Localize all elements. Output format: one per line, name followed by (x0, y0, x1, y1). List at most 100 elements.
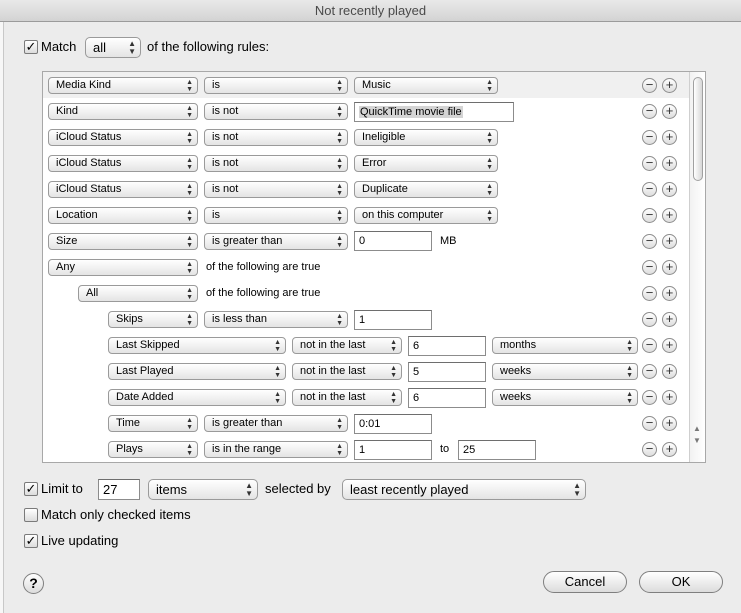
remove-rule-button[interactable]: − (642, 260, 657, 275)
remove-rule-button[interactable]: − (642, 364, 657, 379)
add-rule-button[interactable]: + (662, 416, 677, 431)
rule-field-select[interactable]: Date Added ▲ ▼ (108, 389, 286, 406)
rule-field-select[interactable]: Kind ▲ ▼ (48, 103, 198, 120)
updown-arrows-icon: ▲ ▼ (336, 131, 343, 145)
remove-rule-button[interactable]: − (642, 208, 657, 223)
updown-arrows-icon: ▲ ▼ (336, 105, 343, 119)
rule-unit-select[interactable]: months ▲ ▼ (492, 337, 638, 354)
rule-unit-label: MB (440, 235, 457, 247)
rule-operator-select[interactable]: not in the last ▲ ▼ (292, 363, 402, 380)
limit-unit-select[interactable]: items ▲ ▼ (148, 479, 258, 500)
rule-value-input[interactable]: 6 (408, 388, 486, 408)
rule-operator-select[interactable]: not in the last ▲ ▼ (292, 337, 402, 354)
add-rule-button[interactable]: + (662, 78, 677, 93)
rule-value-input[interactable]: 6 (408, 336, 486, 356)
scroll-up-icon[interactable]: ▲ (693, 424, 701, 433)
rule-field-select[interactable]: Time ▲ ▼ (108, 415, 198, 432)
live-updating-checkbox[interactable]: ✓ (24, 534, 38, 548)
remove-rule-button[interactable]: − (642, 416, 657, 431)
rule-field-select[interactable]: Media Kind ▲ ▼ (48, 77, 198, 94)
rule-operator-select[interactable]: is not ▲ ▼ (204, 155, 348, 172)
rule-value-select[interactable]: Ineligible ▲ ▼ (354, 129, 498, 146)
updown-arrows-icon: ▲ ▼ (186, 183, 193, 197)
rule-value-select[interactable]: Duplicate ▲ ▼ (354, 181, 498, 198)
rule-operator-select[interactable]: is not ▲ ▼ (204, 129, 348, 146)
add-rule-button[interactable]: + (662, 312, 677, 327)
check-icon: ✓ (25, 39, 37, 54)
match-checkbox[interactable]: ✓ (24, 40, 38, 54)
add-rule-button[interactable]: + (662, 208, 677, 223)
remove-rule-button[interactable]: − (642, 390, 657, 405)
updown-arrows-icon: ▲ ▼ (186, 157, 193, 171)
rule-operator-select[interactable]: is greater than ▲ ▼ (204, 415, 348, 432)
ok-button[interactable]: OK (639, 571, 723, 593)
rule-range-start-input[interactable]: 1 (354, 440, 432, 460)
remove-rule-button[interactable]: − (642, 286, 657, 301)
add-rule-button[interactable]: + (662, 442, 677, 457)
rule-field-select[interactable]: Location ▲ ▼ (48, 207, 198, 224)
add-rule-button[interactable]: + (662, 182, 677, 197)
add-rule-button[interactable]: + (662, 104, 677, 119)
rule-value-input[interactable]: QuickTime movie file (354, 102, 514, 122)
rule-value-select[interactable]: on this computer ▲ ▼ (354, 207, 498, 224)
limit-checkbox[interactable]: ✓ (24, 482, 38, 496)
rule-group-select[interactable]: All ▲ ▼ (78, 285, 198, 302)
rule-operator-select[interactable]: is ▲ ▼ (204, 77, 348, 94)
rule-operator-select[interactable]: is in the range ▲ ▼ (204, 441, 348, 458)
rules-scrollbar[interactable]: ▲ ▼ (689, 72, 705, 462)
updown-arrows-icon: ▲ ▼ (186, 417, 193, 431)
rule-value-input[interactable]: 0:01 (354, 414, 432, 434)
rule-field-select[interactable]: iCloud Status ▲ ▼ (48, 129, 198, 146)
rule-field-select[interactable]: Skips ▲ ▼ (108, 311, 198, 328)
add-rule-button[interactable]: + (662, 130, 677, 145)
cancel-button[interactable]: Cancel (543, 571, 627, 593)
match-checked-checkbox[interactable] (24, 508, 38, 522)
rule-operator-select[interactable]: is less than ▲ ▼ (204, 311, 348, 328)
remove-rule-button[interactable]: − (642, 130, 657, 145)
rule-range-to-label: to (440, 443, 450, 455)
remove-rule-button[interactable]: − (642, 338, 657, 353)
scroll-down-icon[interactable]: ▼ (693, 436, 701, 445)
rule-value-input[interactable]: 1 (354, 310, 432, 330)
match-mode-select[interactable]: all ▲ ▼ (85, 37, 141, 58)
remove-rule-button[interactable]: − (642, 182, 657, 197)
selected-by-select[interactable]: least recently played ▲ ▼ (342, 479, 586, 500)
remove-rule-button[interactable]: − (642, 78, 657, 93)
add-rule-button[interactable]: + (662, 364, 677, 379)
rule-operator-select[interactable]: is greater than ▲ ▼ (204, 233, 348, 250)
help-button[interactable]: ? (23, 573, 44, 594)
add-rule-button[interactable]: + (662, 390, 677, 405)
remove-rule-button[interactable]: − (642, 312, 657, 327)
rule-value-input[interactable]: 0 (354, 231, 432, 251)
rule-value-select[interactable]: Error ▲ ▼ (354, 155, 498, 172)
rule-field-select[interactable]: iCloud Status ▲ ▼ (48, 155, 198, 172)
remove-rule-button[interactable]: − (642, 156, 657, 171)
remove-rule-button[interactable]: − (642, 442, 657, 457)
rule-value-select[interactable]: Music ▲ ▼ (354, 77, 498, 94)
rule-field-select[interactable]: Last Played ▲ ▼ (108, 363, 286, 380)
rule-value-input[interactable]: 5 (408, 362, 486, 382)
remove-rule-button[interactable]: − (642, 234, 657, 249)
rule-operator-select[interactable]: is not ▲ ▼ (204, 181, 348, 198)
remove-rule-button[interactable]: − (642, 104, 657, 119)
add-rule-button[interactable]: + (662, 260, 677, 275)
rule-field-select[interactable]: Size ▲ ▼ (48, 233, 198, 250)
rule-operator-select[interactable]: not in the last ▲ ▼ (292, 389, 402, 406)
updown-arrows-icon: ▲ ▼ (626, 339, 633, 353)
rule-unit-select[interactable]: weeks ▲ ▼ (492, 389, 638, 406)
rule-field-select[interactable]: Plays ▲ ▼ (108, 441, 198, 458)
rule-field-select[interactable]: Last Skipped ▲ ▼ (108, 337, 286, 354)
updown-arrows-icon: ▲ ▼ (336, 235, 343, 249)
add-rule-button[interactable]: + (662, 156, 677, 171)
limit-value-input[interactable]: 27 (98, 479, 140, 500)
add-rule-button[interactable]: + (662, 234, 677, 249)
rule-unit-select[interactable]: weeks ▲ ▼ (492, 363, 638, 380)
rule-range-end-input[interactable]: 25 (458, 440, 536, 460)
rule-operator-select[interactable]: is ▲ ▼ (204, 207, 348, 224)
rule-group-select[interactable]: Any ▲ ▼ (48, 259, 198, 276)
scroll-thumb[interactable] (693, 77, 703, 181)
add-rule-button[interactable]: + (662, 286, 677, 301)
rule-operator-select[interactable]: is not ▲ ▼ (204, 103, 348, 120)
rule-field-select[interactable]: iCloud Status ▲ ▼ (48, 181, 198, 198)
add-rule-button[interactable]: + (662, 338, 677, 353)
